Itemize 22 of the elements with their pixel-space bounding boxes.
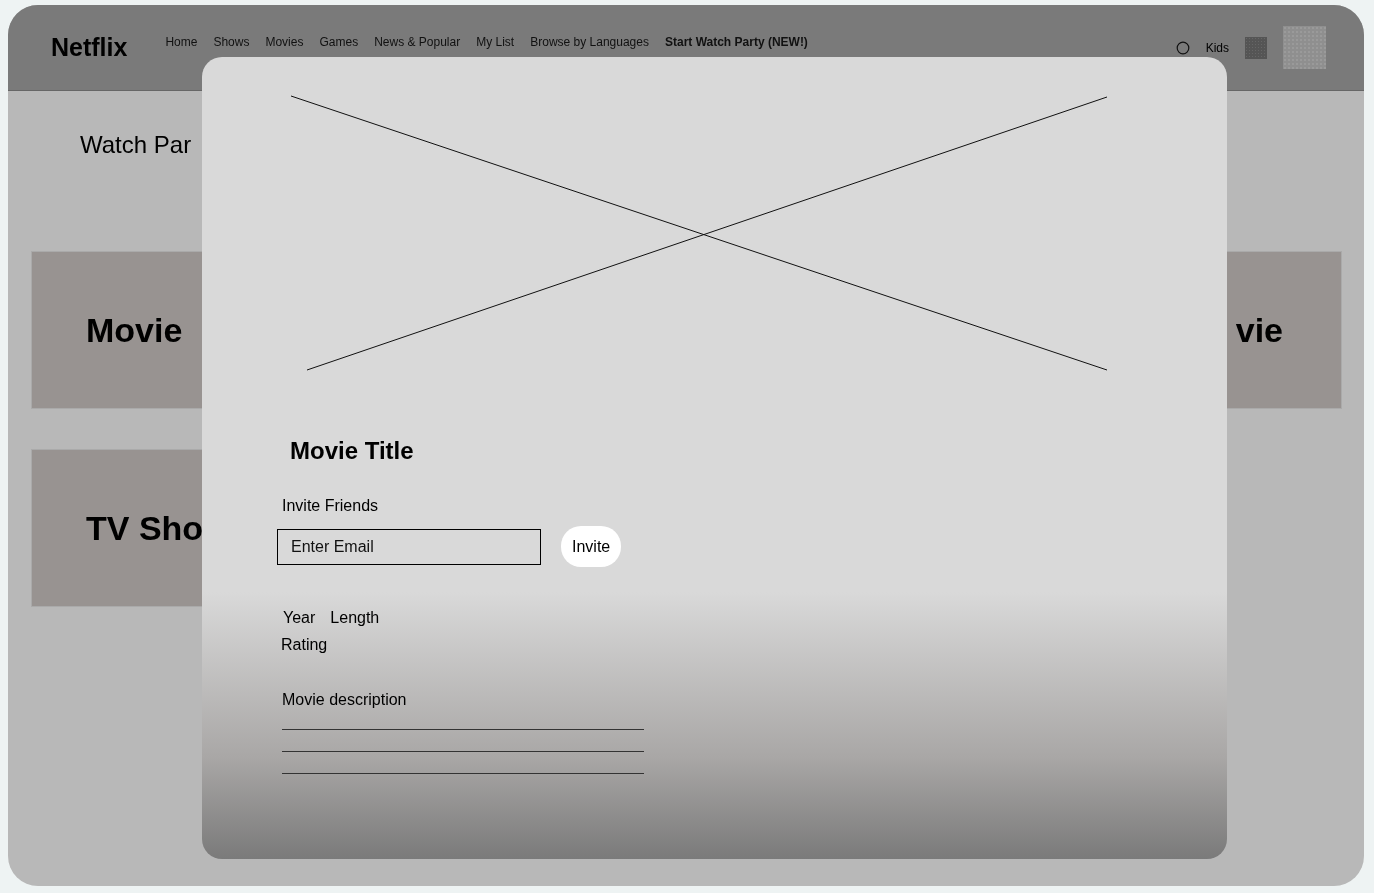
movie-meta: Year [283, 609, 316, 627]
profile-icon[interactable] [1245, 36, 1267, 59]
movie-description: Movie description [282, 691, 408, 709]
logo[interactable]: Netflix [51, 33, 128, 62]
email-field[interactable]: Enter Email [277, 528, 541, 565]
movie-title: Movie Title [290, 437, 415, 465]
invite-button[interactable]: Invite [561, 526, 622, 567]
avatar-icon[interactable] [1283, 26, 1326, 69]
nav-link[interactable]: Movies [265, 34, 304, 49]
nav-link[interactable]: Start Watch Party (NEW!) [664, 34, 808, 49]
movie-meta: Length [330, 609, 380, 627]
nav-link[interactable]: News & Popular [374, 34, 461, 49]
nav-link[interactable]: Shows [213, 34, 250, 49]
nav-link[interactable]: Games [319, 34, 359, 49]
nav-link[interactable]: My List [476, 34, 515, 49]
kids-link[interactable]: Kids [1205, 40, 1229, 55]
nav-link[interactable]: Browse by Languages [530, 34, 649, 49]
invite-label: Invite Friends [282, 497, 380, 515]
movie-rating: Rating [281, 636, 329, 654]
search-icon[interactable] [1175, 40, 1190, 55]
page-heading: Watch Par [80, 130, 193, 160]
nav-link[interactable]: Home [165, 34, 198, 49]
